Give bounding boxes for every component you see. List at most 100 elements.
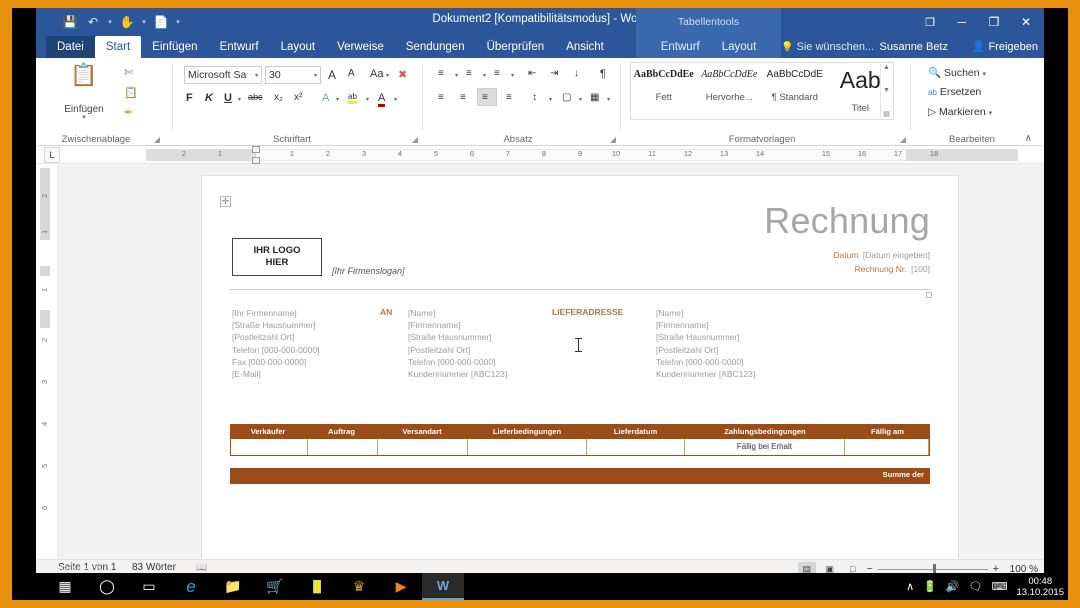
task-view-icon[interactable]: ▭ bbox=[128, 573, 170, 600]
styles-scrollbar[interactable]: ▲ ▼ ▤ bbox=[880, 64, 892, 118]
line-spacing-icon[interactable]: ↕ bbox=[532, 92, 537, 103]
cortana-search-icon[interactable]: ◯ bbox=[86, 573, 128, 600]
cut-icon[interactable]: ✄ bbox=[124, 66, 133, 79]
style-item-hervorheben[interactable]: AaBbCcDdEe Hervorhe... bbox=[697, 63, 763, 119]
paragraph-dialog-launcher[interactable]: ◢ bbox=[610, 135, 616, 144]
tab-tabletools-entwurf[interactable]: Entwurf bbox=[650, 36, 711, 58]
tab-datei[interactable]: Datei bbox=[46, 36, 95, 58]
font-color-icon[interactable]: A bbox=[378, 92, 386, 107]
pdf-app-icon[interactable]: █ bbox=[296, 573, 338, 600]
tab-sendungen[interactable]: Sendungen bbox=[395, 36, 476, 58]
proofing-status-icon[interactable]: 📖 bbox=[196, 562, 207, 573]
change-case-button[interactable]: Aa bbox=[370, 68, 383, 80]
font-name-combobox[interactable]: Microsoft Sa ▾ bbox=[184, 66, 262, 84]
numbering-icon[interactable]: ≡ bbox=[466, 68, 472, 79]
table-cell[interactable] bbox=[378, 439, 469, 455]
table-row[interactable]: Fällig bei Erhalt bbox=[230, 439, 930, 456]
text-effects-icon[interactable]: A bbox=[322, 92, 329, 104]
styles-more-icon[interactable]: ▤ bbox=[883, 110, 890, 118]
bold-button[interactable]: F bbox=[186, 92, 193, 104]
increase-indent-icon[interactable]: ⇥ bbox=[550, 68, 558, 79]
underline-button[interactable]: U bbox=[224, 92, 232, 104]
keyboard-icon[interactable]: ⌨ bbox=[992, 580, 1008, 593]
tab-ansicht[interactable]: Ansicht bbox=[555, 36, 615, 58]
minimize-button[interactable]: ─ bbox=[946, 8, 978, 36]
media-app-icon[interactable]: ♛ bbox=[338, 573, 380, 600]
borders-caret-icon[interactable]: ▾ bbox=[607, 96, 621, 103]
microsoft-store-icon[interactable]: 🛒 bbox=[254, 573, 296, 600]
tab-einfuegen[interactable]: Einfügen bbox=[141, 36, 208, 58]
paste-caret-icon[interactable]: ▾ bbox=[54, 114, 114, 121]
video-player-icon[interactable]: ▶ bbox=[380, 573, 422, 600]
table-move-handle[interactable]: ✛ bbox=[220, 196, 231, 207]
tell-me-box[interactable]: 💡 Sie wünschen... bbox=[781, 36, 874, 58]
tab-start[interactable]: Start bbox=[94, 36, 142, 58]
subscript-button[interactable]: x₂ bbox=[274, 92, 283, 103]
multilevel-list-icon[interactable]: ≡ bbox=[494, 68, 500, 79]
font-color-caret-icon[interactable]: ▾ bbox=[394, 96, 423, 103]
grow-font-button[interactable]: A bbox=[328, 68, 336, 82]
meta-row-datum[interactable]: Datum [Datum eingeben] bbox=[833, 248, 930, 262]
meta-row-rechnungsnr[interactable]: Rechnung Nr. [100] bbox=[833, 262, 930, 276]
action-center-icon[interactable]: 🗨 bbox=[969, 580, 983, 593]
format-painter-icon[interactable]: ✒ bbox=[124, 106, 133, 119]
clear-formatting-icon[interactable]: ✖ bbox=[398, 68, 407, 81]
paste-button[interactable]: 📋 Einfügen ▾ bbox=[54, 62, 114, 121]
italic-button[interactable]: K bbox=[205, 92, 213, 104]
superscript-button[interactable]: x² bbox=[294, 92, 302, 103]
table-cell[interactable] bbox=[587, 439, 685, 455]
items-table-header-row[interactable]: Summe der bbox=[230, 468, 930, 484]
restore-button[interactable]: ❐ bbox=[978, 8, 1010, 36]
find-button[interactable]: 🔍 Suchen ▾ bbox=[928, 66, 986, 79]
font-size-caret-icon[interactable]: ▾ bbox=[314, 72, 317, 79]
tab-stop-selector[interactable]: L bbox=[44, 147, 60, 163]
vertical-ruler[interactable]: 2 1 1 2 3 4 5 6 bbox=[36, 164, 58, 559]
invoice-details-table[interactable]: Verkäufer Auftrag Versandart Lieferbedin… bbox=[230, 424, 930, 456]
word-count[interactable]: 83 Wörter bbox=[132, 562, 176, 573]
table-cell[interactable] bbox=[308, 439, 378, 455]
account-name[interactable]: Susanne Betz bbox=[880, 36, 949, 58]
decrease-indent-icon[interactable]: ⇤ bbox=[528, 68, 536, 79]
align-right-icon[interactable]: ≡ bbox=[482, 92, 488, 103]
battery-icon[interactable]: 🔋 bbox=[923, 580, 937, 593]
clipboard-dialog-launcher[interactable]: ◢ bbox=[154, 135, 160, 144]
table-cell[interactable] bbox=[468, 439, 587, 455]
table-cell[interactable] bbox=[231, 439, 308, 455]
bullets-icon[interactable]: ≡ bbox=[438, 68, 444, 79]
share-button[interactable]: 👤 Freigeben bbox=[972, 36, 1038, 58]
tab-entwurf[interactable]: Entwurf bbox=[209, 36, 270, 58]
show-hidden-icons-icon[interactable]: ∧ bbox=[906, 580, 914, 593]
strikethrough-button[interactable]: abc bbox=[248, 92, 263, 102]
tab-verweise[interactable]: Verweise bbox=[326, 36, 395, 58]
align-left-icon[interactable]: ≡ bbox=[438, 92, 444, 103]
meta-value[interactable]: [100] bbox=[911, 264, 930, 274]
invoice-heading[interactable]: Rechnung bbox=[764, 200, 930, 242]
styles-dialog-launcher[interactable]: ◢ bbox=[900, 135, 906, 144]
table-cell[interactable]: Fällig bei Erhalt bbox=[685, 439, 846, 455]
shipping-address-block[interactable]: [Name] [Firmenname] [Straße Hausnummer] … bbox=[656, 307, 755, 380]
tab-layout[interactable]: Layout bbox=[270, 36, 327, 58]
sender-address-block[interactable]: [Ihr Firmenname] [Straße Hausnummer] [Po… bbox=[232, 307, 319, 380]
logo-placeholder[interactable]: IHR LOGO HIER bbox=[232, 238, 322, 276]
select-caret-icon[interactable]: ▾ bbox=[989, 110, 993, 117]
styles-scroll-down-icon[interactable]: ▼ bbox=[883, 87, 890, 94]
sort-icon[interactable]: ↓ bbox=[574, 68, 579, 79]
replace-button[interactable]: ab Ersetzen bbox=[928, 86, 981, 98]
styles-scroll-up-icon[interactable]: ▲ bbox=[883, 64, 890, 71]
shading-icon[interactable]: ▢ bbox=[562, 92, 571, 103]
table-cell[interactable] bbox=[845, 439, 929, 455]
font-size-combobox[interactable]: 30 ▾ bbox=[265, 66, 321, 84]
recipient-address-block[interactable]: [Name] [Firmenname] [Straße Hausnummer] … bbox=[408, 307, 507, 380]
shrink-font-button[interactable]: A bbox=[348, 68, 355, 79]
meta-value[interactable]: [Datum eingeben] bbox=[863, 250, 930, 260]
font-name-caret-icon[interactable]: ▾ bbox=[255, 72, 258, 79]
ribbon-display-options-icon[interactable]: ❐ bbox=[914, 8, 946, 36]
style-item-standard[interactable]: AaBbCcDdE ¶ Standard bbox=[762, 63, 828, 119]
edge-browser-icon[interactable]: e bbox=[170, 573, 212, 600]
word-app-icon[interactable]: W bbox=[422, 573, 464, 600]
tab-tabletools-layout[interactable]: Layout bbox=[711, 36, 768, 58]
tab-ueberpruefen[interactable]: Überprüfen bbox=[476, 36, 556, 58]
company-slogan[interactable]: [Ihr Firmenslogan] bbox=[332, 266, 405, 276]
clock[interactable]: 00:48 13.10.2015 bbox=[1016, 576, 1064, 598]
collapse-ribbon-icon[interactable]: ∧ bbox=[1025, 133, 1032, 144]
